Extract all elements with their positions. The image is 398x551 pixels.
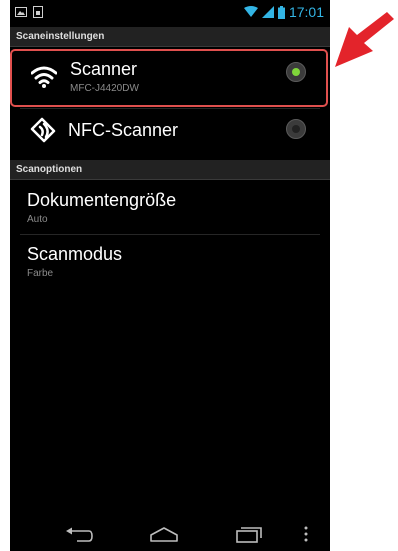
overflow-menu-icon[interactable]: [304, 526, 308, 542]
section-header-scan-options: Scanoptionen: [10, 160, 330, 180]
cell-signal-icon: [261, 6, 274, 18]
scan-mode-value: Farbe: [27, 268, 54, 279]
divider: [20, 108, 320, 109]
radio-unselected-dot: [292, 125, 300, 133]
status-bar: 17:01: [10, 0, 330, 26]
status-time: 17:01: [288, 4, 324, 20]
document-size-title: Dokumentengröße: [27, 190, 177, 210]
option-scan-mode[interactable]: Scanmodus Farbe: [10, 236, 330, 288]
divider: [20, 234, 320, 235]
sim-card-icon: [33, 6, 43, 18]
nfc-icon: [30, 117, 56, 143]
scanner-highlight-box: [10, 49, 328, 107]
battery-icon: [277, 5, 285, 19]
scanner-option-nfc[interactable]: NFC-Scanner: [10, 110, 330, 150]
navigation-bar: [10, 517, 330, 551]
pointer-arrow-icon: [335, 12, 394, 67]
image-icon: [15, 7, 27, 17]
nfc-scanner-title: NFC-Scanner: [68, 120, 179, 140]
document-size-value: Auto: [27, 214, 48, 225]
section-header-scan-settings: Scaneinstellungen: [10, 27, 330, 47]
home-icon[interactable]: [150, 527, 178, 542]
wifi-signal-icon: [243, 6, 258, 17]
scan-mode-title: Scanmodus: [27, 244, 123, 264]
nfc-scanner-radio[interactable]: [286, 119, 306, 139]
option-document-size[interactable]: Dokumentengröße Auto: [10, 181, 330, 233]
back-icon[interactable]: [65, 527, 93, 543]
recent-apps-icon[interactable]: [236, 526, 262, 543]
